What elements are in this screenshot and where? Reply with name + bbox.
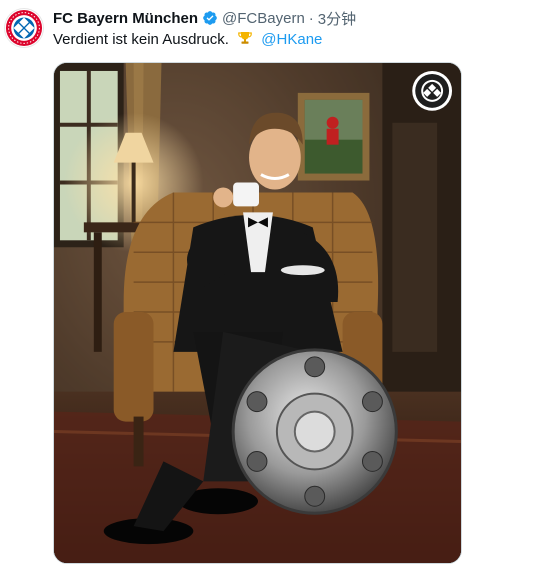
tweet-header: FC Bayern München @FCBayern · 3分钟 xyxy=(53,8,530,28)
fc-bayern-logo-icon xyxy=(5,9,43,47)
author-name[interactable]: FC Bayern München xyxy=(53,10,198,27)
avatar-fc-bayern[interactable] xyxy=(5,9,43,47)
verified-badge-icon[interactable] xyxy=(202,10,218,26)
author-handle[interactable]: @FCBayern xyxy=(222,10,305,27)
tweet-timestamp[interactable]: 3分钟 xyxy=(318,8,356,29)
trophy-plate xyxy=(231,348,398,515)
separator-dot: · xyxy=(308,9,314,27)
trophy-emoji-icon xyxy=(237,30,253,46)
mention-link[interactable]: @HKane xyxy=(261,31,322,48)
tweet-text-main: Verdient ist kein Ausdruck. xyxy=(53,31,229,48)
tweet-text: Verdient ist kein Ausdruck. @HKane xyxy=(53,30,322,50)
media-illustration xyxy=(54,63,461,563)
tweet-media-image[interactable] xyxy=(53,62,462,564)
watermark-fc-bayern-logo xyxy=(412,70,453,111)
